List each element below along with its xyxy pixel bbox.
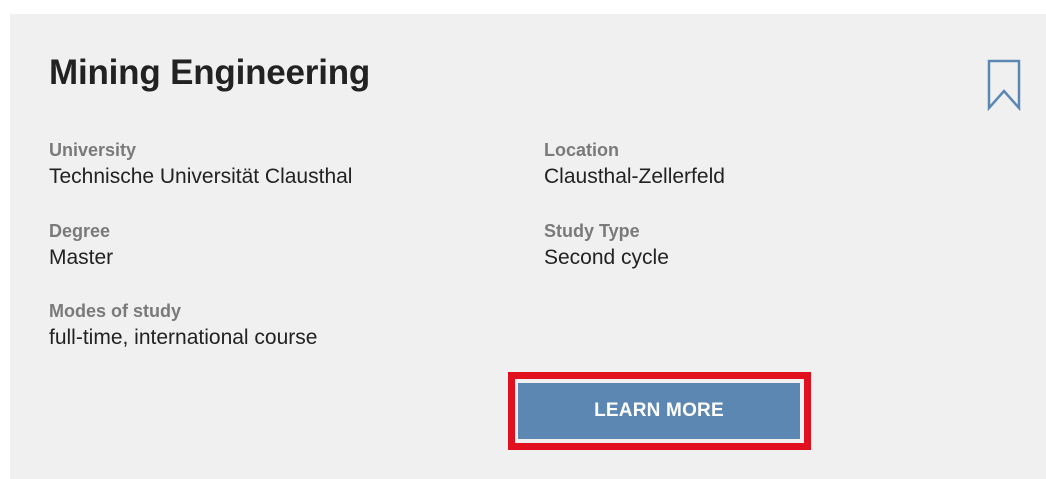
location-field: Location Clausthal-Zellerfeld	[544, 139, 725, 191]
modes-of-study-value: full-time, international course	[49, 326, 318, 349]
location-label: Location	[544, 140, 619, 160]
location-value: Clausthal-Zellerfeld	[544, 165, 725, 188]
university-value: Technische Universität Clausthal	[49, 165, 353, 188]
study-type-field: Study Type Second cycle	[544, 220, 669, 272]
program-title: Mining Engineering	[49, 53, 371, 92]
bookmark-icon[interactable]	[987, 59, 1021, 112]
degree-field: Degree Master	[49, 220, 113, 272]
university-field: University Technische Universität Claust…	[49, 139, 352, 191]
degree-value: Master	[49, 246, 114, 269]
study-type-value: Second cycle	[544, 246, 669, 269]
modes-of-study-label: Modes of study	[49, 301, 182, 321]
study-type-label: Study Type	[544, 221, 640, 241]
program-card: Mining Engineering University Technische…	[10, 14, 1046, 479]
modes-of-study-field: Modes of study full-time, international …	[49, 300, 317, 352]
learn-more-button[interactable]: LEARN MORE	[518, 383, 800, 439]
degree-label: Degree	[49, 221, 111, 241]
university-label: University	[49, 140, 137, 160]
